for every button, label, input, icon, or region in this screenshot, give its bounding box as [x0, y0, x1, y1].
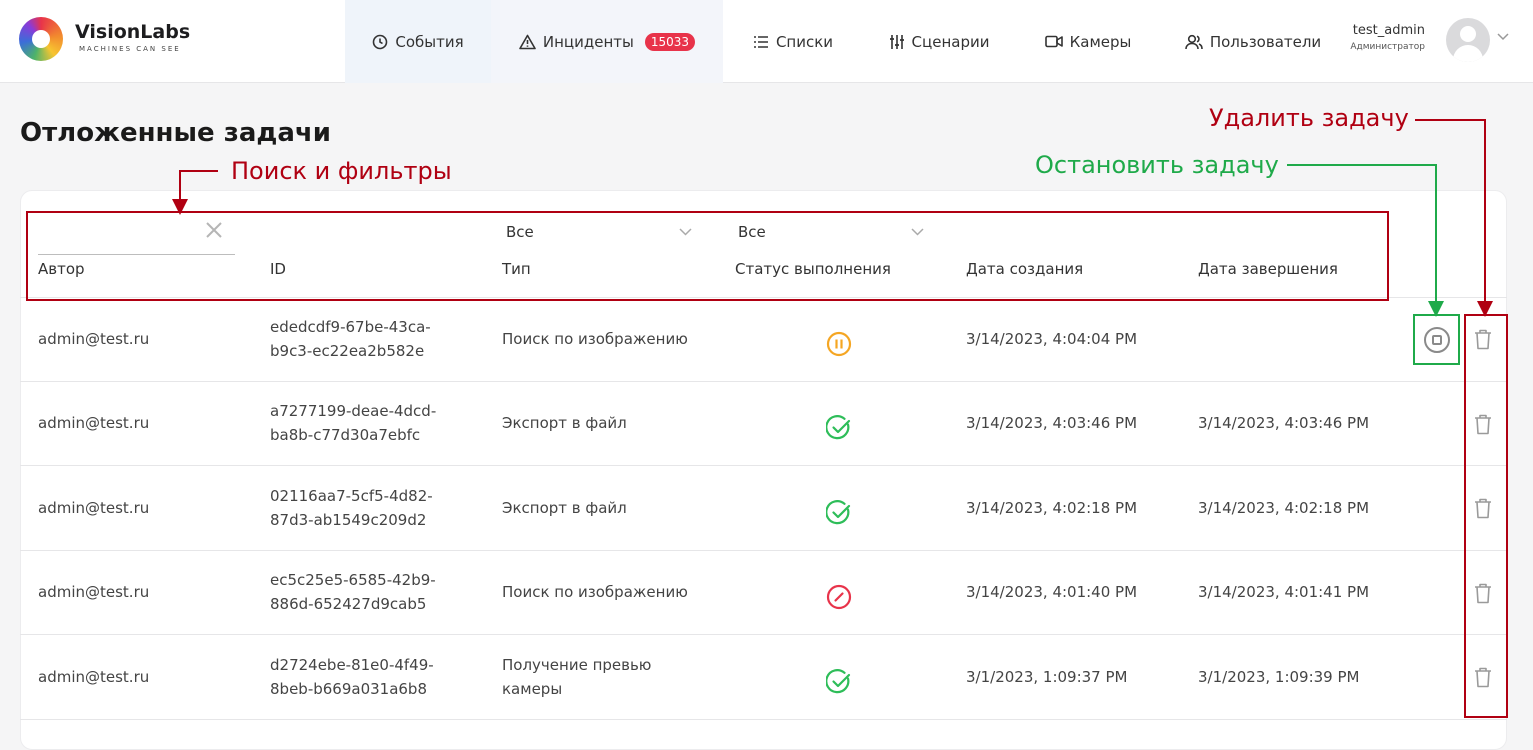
row-finished: 3/14/2023, 4:03:46 PM	[1198, 414, 1370, 432]
nav-events[interactable]: События	[345, 0, 491, 83]
delete-highlight-box	[1464, 314, 1508, 718]
user-name: test_admin	[1352, 23, 1425, 38]
row-created: 3/1/2023, 1:09:37 PM	[966, 668, 1128, 686]
row-created: 3/14/2023, 4:01:40 PM	[966, 583, 1138, 601]
nav-users-label: Пользователи	[1209, 32, 1322, 51]
row-created: 3/14/2023, 4:02:18 PM	[966, 499, 1138, 517]
check-status-icon	[826, 669, 851, 694]
user-menu[interactable]: test_admin Администратор	[1350, 17, 1515, 65]
annotation-filters: Поиск и фильтры	[231, 157, 452, 185]
row-finished: 3/14/2023, 4:02:18 PM	[1198, 499, 1370, 517]
row-finished: 3/14/2023, 4:01:41 PM	[1198, 583, 1370, 601]
video-camera-icon	[1044, 35, 1063, 48]
row-id: ededcdf9-67be-43ca-b9c3-ec22ea2b582e	[270, 318, 431, 360]
row-author: admin@test.ru	[38, 499, 150, 517]
chevron-down-icon[interactable]	[1497, 33, 1509, 41]
row-type: Экспорт в файл	[502, 414, 627, 432]
row-author: admin@test.ru	[38, 583, 150, 601]
nav-scenarios[interactable]: Сценарии	[863, 0, 1015, 83]
row-created: 3/14/2023, 4:03:46 PM	[966, 414, 1138, 432]
nav-events-label: События	[395, 32, 464, 51]
incidents-count-badge: 15033	[644, 32, 696, 51]
warning-triangle-icon	[519, 34, 536, 49]
sliders-icon	[889, 34, 904, 49]
row-author: admin@test.ru	[38, 668, 150, 686]
clock-icon	[373, 34, 388, 49]
annotation-delete: Удалить задачу	[1209, 104, 1409, 132]
row-type: Получение превью камеры	[502, 656, 652, 698]
nav-incidents-label: Инциденты	[542, 32, 634, 51]
nav-lists-label: Списки	[775, 32, 834, 51]
error-status-icon	[826, 584, 852, 610]
nav-cameras[interactable]: Камеры	[1015, 0, 1161, 83]
users-icon	[1185, 34, 1203, 49]
filters-highlight-box	[26, 211, 1389, 301]
row-type: Поиск по изображению	[502, 583, 688, 601]
avatar[interactable]	[1446, 18, 1490, 62]
row-author: admin@test.ru	[38, 414, 150, 432]
row-finished: 3/1/2023, 1:09:39 PM	[1198, 668, 1360, 686]
row-id: ec5c25e5-6585-42b9-886d-652427d9cab5	[270, 571, 436, 613]
brand-tagline: MACHINES CAN SEE	[79, 45, 181, 53]
row-author: admin@test.ru	[38, 330, 150, 348]
nav-incidents[interactable]: Инциденты 15033	[491, 0, 723, 83]
row-type: Поиск по изображению	[502, 330, 688, 348]
top-navigation-bar: VisionLabs MACHINES CAN SEE События Инци…	[0, 0, 1533, 83]
table-row[interactable]	[20, 298, 1507, 382]
row-id: a7277199-deae-4dcd-ba8b-c77d30a7ebfc	[270, 402, 437, 444]
row-id: 02116aa7-5cf5-4d82-87d3-ab1549c209d2	[270, 487, 433, 529]
row-created: 3/14/2023, 4:04:04 PM	[966, 330, 1138, 348]
nav-users[interactable]: Пользователи	[1161, 0, 1345, 83]
nav-cameras-label: Камеры	[1069, 32, 1132, 51]
pause-status-icon	[826, 331, 852, 357]
annotation-stop: Остановить задачу	[1035, 151, 1279, 179]
logo-icon	[19, 17, 63, 61]
check-status-icon	[826, 415, 851, 440]
row-type: Экспорт в файл	[502, 499, 627, 517]
user-role: Администратор	[1350, 42, 1425, 52]
nav-lists[interactable]: Списки	[723, 0, 863, 83]
row-id: d2724ebe-81e0-4f49-8beb-b669a031a6b8	[270, 656, 434, 698]
brand-name: VisionLabs	[75, 21, 191, 43]
brand-logo[interactable]: VisionLabs MACHINES CAN SEE	[19, 17, 209, 63]
check-status-icon	[826, 500, 851, 525]
page-title: Отложенные задачи	[20, 118, 331, 148]
stop-highlight-box	[1413, 314, 1460, 365]
list-icon	[753, 35, 768, 48]
nav-scenarios-label: Сценарии	[911, 32, 990, 51]
